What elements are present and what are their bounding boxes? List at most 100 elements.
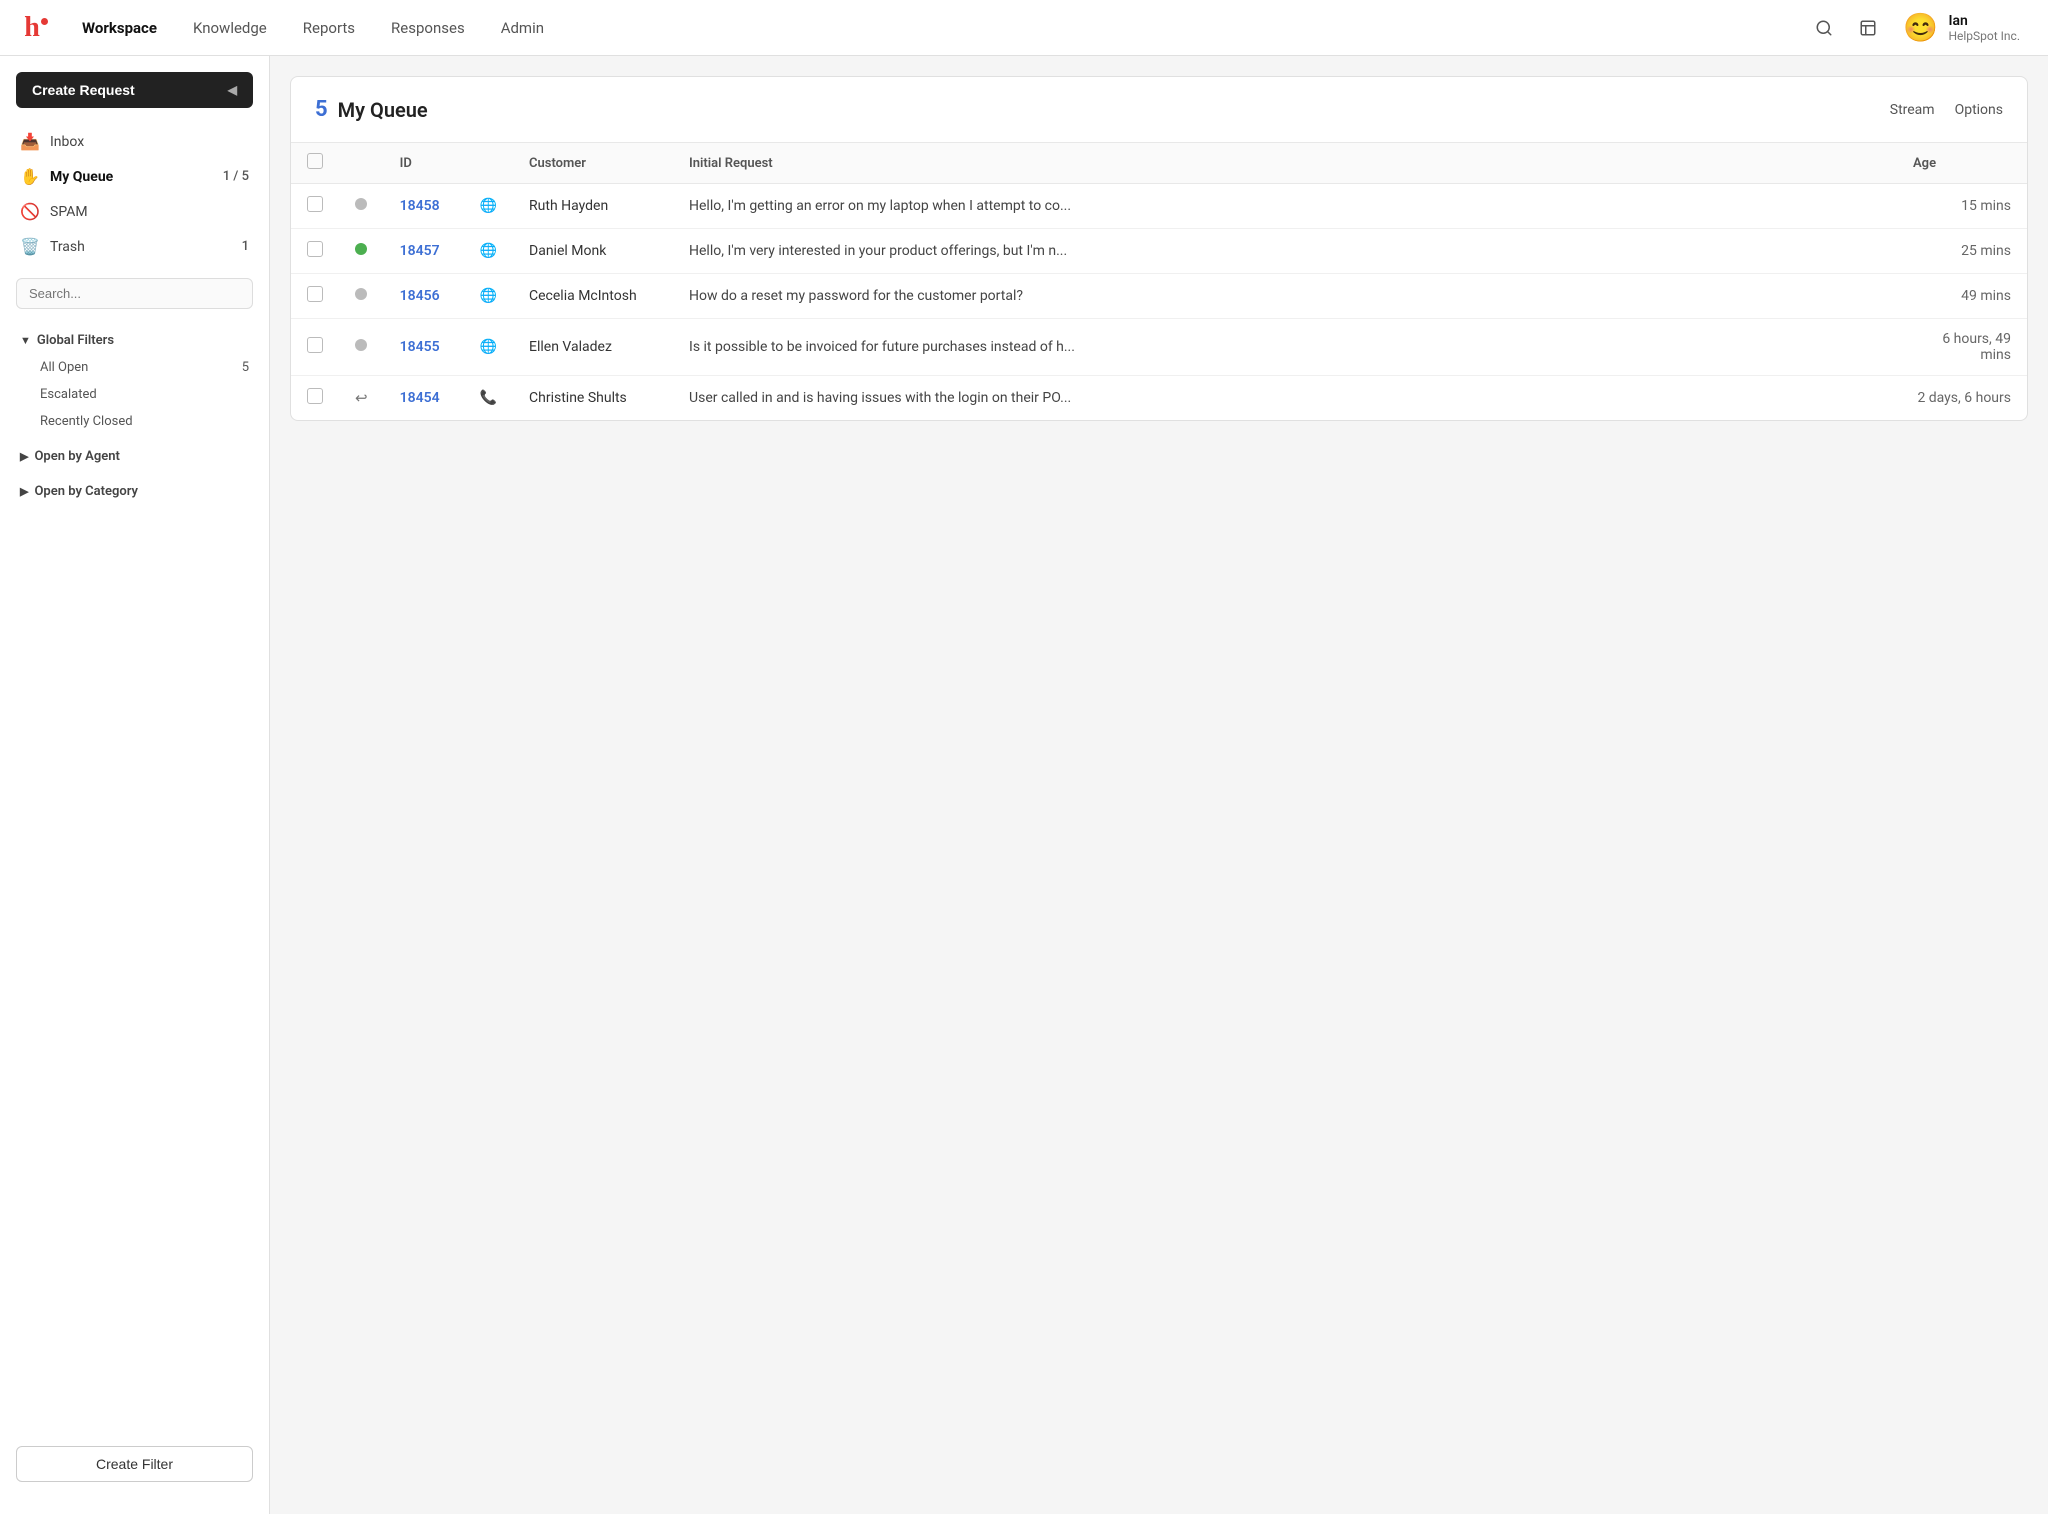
- global-filters-label: Global Filters: [37, 333, 114, 348]
- sidebar-item-myqueue[interactable]: ✋ My Queue 1 / 5: [8, 159, 261, 194]
- create-request-button[interactable]: Create Request ◀: [16, 72, 253, 108]
- main-content: 5 My Queue Stream Options ID: [270, 56, 2048, 1514]
- queue-actions: Stream Options: [1890, 102, 2003, 118]
- open-by-category-section: ▶ Open by Category: [0, 474, 269, 509]
- age-text: 25 mins: [1961, 243, 2011, 259]
- chevron-right-icon: ▶: [20, 450, 28, 463]
- age-text: 15 mins: [1961, 198, 2011, 214]
- col-id: ID: [384, 143, 464, 184]
- request-text: Hello, I'm getting an error on my laptop…: [689, 198, 1071, 214]
- search-button[interactable]: [1806, 10, 1842, 46]
- filter-all-open-badge: 5: [242, 360, 249, 375]
- status-dot: [355, 339, 367, 351]
- ticket-id-link[interactable]: 18455: [400, 339, 440, 355]
- status-dot: [355, 288, 367, 300]
- row-checkbox[interactable]: [307, 241, 323, 257]
- customer-name: Christine Shults: [513, 376, 673, 421]
- table-row: ↩18454📞Christine ShultsUser called in an…: [291, 376, 2027, 421]
- nav-reports[interactable]: Reports: [289, 13, 369, 43]
- user-company: HelpSpot Inc.: [1948, 29, 2020, 43]
- user-name: Ian: [1948, 13, 2020, 29]
- nav-responses[interactable]: Responses: [377, 13, 479, 43]
- request-text: Hello, I'm very interested in your produ…: [689, 243, 1067, 259]
- select-all-checkbox[interactable]: [307, 153, 323, 169]
- sidebar-item-spam[interactable]: 🚫 SPAM: [8, 194, 261, 229]
- filter-all-open[interactable]: All Open 5: [8, 354, 261, 381]
- sidebar-myqueue-label: My Queue: [50, 169, 113, 185]
- queue-count: 5: [315, 97, 328, 122]
- sidebar-trash-label: Trash: [50, 239, 85, 255]
- sidebar-spam-label: SPAM: [50, 204, 88, 220]
- queue-table: ID Customer Initial Request Age 18458 🌐 Ru…: [291, 143, 2027, 420]
- trash-badge: 1: [242, 239, 249, 254]
- logo[interactable]: h: [20, 12, 52, 44]
- col-customer: Customer: [513, 143, 673, 184]
- filter-escalated[interactable]: Escalated: [8, 381, 261, 408]
- filter-recently-closed[interactable]: Recently Closed: [8, 408, 261, 435]
- request-text: How do a reset my password for the custo…: [689, 288, 1023, 304]
- filter-all-open-label: All Open: [40, 360, 88, 375]
- inbox-icon: 📥: [20, 132, 40, 151]
- request-text: Is it possible to be invoiced for future…: [689, 339, 1075, 355]
- open-by-agent-label: Open by Agent: [34, 449, 119, 464]
- table-row: 18455 🌐 Ellen Valadez Is it possible to be …: [291, 319, 2027, 376]
- notes-button[interactable]: [1850, 10, 1886, 46]
- row-checkbox[interactable]: [307, 337, 323, 353]
- globe-icon: 🌐: [480, 339, 497, 355]
- open-by-category-label: Open by Category: [34, 484, 138, 499]
- collapse-arrow-icon: ◀: [228, 83, 237, 97]
- col-age: Age: [1897, 143, 2027, 184]
- customer-name: Ellen Valadez: [513, 319, 673, 376]
- options-button[interactable]: Options: [1955, 102, 2003, 118]
- queue-title: My Queue: [338, 98, 428, 122]
- sidebar-nav: 📥 Inbox ✋ My Queue 1 / 5 🚫 SPAM 🗑️ Trash…: [0, 124, 269, 264]
- row-checkbox[interactable]: [307, 388, 323, 404]
- sidebar-item-trash[interactable]: 🗑️ Trash 1: [8, 229, 261, 264]
- queue-panel: 5 My Queue Stream Options ID: [290, 76, 2028, 421]
- nav-workspace[interactable]: Workspace: [68, 13, 171, 43]
- nav-knowledge[interactable]: Knowledge: [179, 13, 281, 43]
- sidebar: Create Request ◀ 📥 Inbox ✋ My Queue 1 / …: [0, 56, 270, 1514]
- topnav: h Workspace Knowledge Reports Responses …: [0, 0, 2048, 56]
- row-checkbox[interactable]: [307, 286, 323, 302]
- customer-name: Ruth Hayden: [513, 184, 673, 229]
- chevron-down-icon: ▼: [20, 334, 31, 347]
- age-text: 49 mins: [1961, 288, 2011, 304]
- nav-admin[interactable]: Admin: [487, 13, 558, 43]
- create-filter-button[interactable]: Create Filter: [16, 1446, 253, 1482]
- stream-button[interactable]: Stream: [1890, 102, 1935, 118]
- phone-icon: 📞: [480, 390, 497, 406]
- create-request-label: Create Request: [32, 82, 135, 98]
- open-by-category-header[interactable]: ▶ Open by Category: [8, 478, 261, 505]
- row-checkbox[interactable]: [307, 196, 323, 212]
- customer-name: Cecelia McIntosh: [513, 274, 673, 319]
- table-row: 18456🌐Cecelia McIntoshHow do a reset my …: [291, 274, 2027, 319]
- ticket-id-link[interactable]: 18454: [400, 390, 440, 406]
- status-dot: [355, 198, 367, 210]
- col-checkbox: [291, 143, 339, 184]
- customer-name: Daniel Monk: [513, 229, 673, 274]
- ticket-id-link[interactable]: 18457: [400, 243, 440, 259]
- sidebar-inbox-label: Inbox: [50, 134, 84, 150]
- filter-recently-closed-label: Recently Closed: [40, 414, 133, 429]
- open-by-agent-header[interactable]: ▶ Open by Agent: [8, 443, 261, 470]
- user-menu[interactable]: 😊 Ian HelpSpot Inc.: [1894, 6, 2028, 50]
- global-filters-section: ▼ Global Filters All Open 5 Escalated Re…: [0, 323, 269, 439]
- age-text: 2 days, 6 hours: [1917, 390, 2011, 406]
- status-dot: [355, 243, 367, 255]
- trash-icon: 🗑️: [20, 237, 40, 256]
- ticket-id-link[interactable]: 18458: [400, 198, 440, 214]
- queue-header: 5 My Queue Stream Options: [291, 77, 2027, 143]
- age-text: 6 hours, 49 mins: [1942, 331, 2011, 363]
- col-initial-request: Initial Request: [673, 143, 1897, 184]
- table-row: 18457🌐Daniel MonkHello, I'm very interes…: [291, 229, 2027, 274]
- search-input[interactable]: [16, 278, 253, 309]
- ticket-id-link[interactable]: 18456: [400, 288, 440, 304]
- sidebar-footer: Create Filter: [0, 1430, 269, 1498]
- spam-icon: 🚫: [20, 202, 40, 221]
- sidebar-item-inbox[interactable]: 📥 Inbox: [8, 124, 261, 159]
- col-channel: [464, 143, 513, 184]
- chevron-right-icon-2: ▶: [20, 485, 28, 498]
- global-filters-header[interactable]: ▼ Global Filters: [8, 327, 261, 354]
- open-by-agent-section: ▶ Open by Agent: [0, 439, 269, 474]
